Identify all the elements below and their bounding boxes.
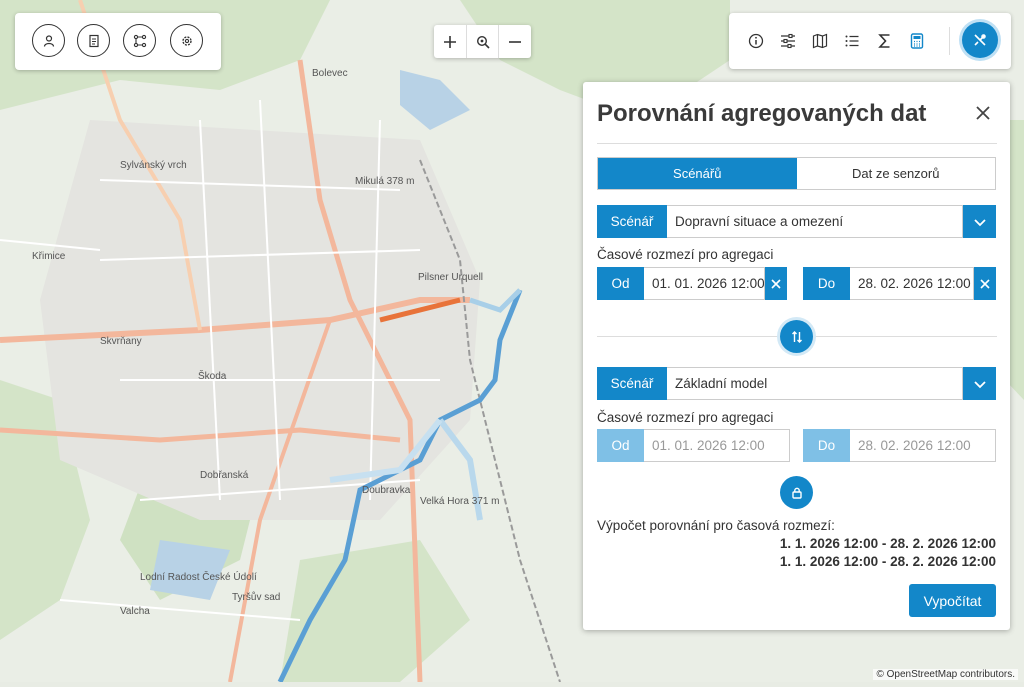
chevron-down-icon <box>973 380 986 388</box>
tab-scenarios[interactable]: Scénářů <box>598 158 797 189</box>
scenario-select-2[interactable]: Scénář Základní model <box>597 367 996 400</box>
calculator-icon <box>910 33 924 49</box>
list-icon <box>845 35 859 47</box>
list-button[interactable] <box>842 31 862 51</box>
from-date-input: 01. 01. 2026 12:00 <box>644 429 790 462</box>
tools-icon <box>974 34 986 46</box>
map-label: Škoda <box>198 371 227 382</box>
zoom-in-button[interactable] <box>434 25 467 58</box>
clear-to-button[interactable] <box>974 267 996 300</box>
map-icon <box>812 33 828 49</box>
info-icon <box>748 33 764 49</box>
map-label: Tyršův sad <box>232 592 281 603</box>
tab-bar: Scénářů Dat ze senzorů <box>597 157 996 190</box>
clear-from-button[interactable] <box>765 267 787 300</box>
map-layers-button[interactable] <box>810 31 830 51</box>
settings-button[interactable] <box>170 24 203 57</box>
sigma-icon <box>878 34 890 48</box>
map-label: Lodní Radost České Údolí <box>140 572 257 583</box>
calculate-button[interactable]: Vypočítat <box>909 584 996 617</box>
dropdown-button[interactable] <box>963 367 996 400</box>
from-addon: Od <box>597 429 644 462</box>
map-label: Bolevec <box>312 68 348 79</box>
tools-button[interactable] <box>962 22 998 58</box>
sum-button[interactable] <box>875 31 895 51</box>
network-button[interactable] <box>123 24 156 57</box>
calculator-button[interactable] <box>907 31 927 51</box>
to-addon: Do <box>803 429 850 462</box>
scenario-value[interactable]: Dopravní situace a omezení <box>667 205 963 238</box>
map-label: Doubravka <box>362 485 411 496</box>
user-button[interactable] <box>32 24 65 57</box>
swap-icon <box>791 330 802 343</box>
swap-button[interactable] <box>780 320 813 353</box>
comparison-panel: Porovnání agregovaných dat Scénářů Dat z… <box>583 82 1010 630</box>
map-label: Mikulá 378 m <box>355 176 415 187</box>
user-icon <box>43 34 54 47</box>
sliders-icon <box>781 33 795 49</box>
toolbar-right <box>729 13 1011 69</box>
close-button[interactable] <box>974 104 992 122</box>
from-date-2: Od 01. 01. 2026 12:00 <box>597 429 790 462</box>
divider <box>597 143 997 144</box>
map-label: Valcha <box>120 606 150 617</box>
to-date-input: 28. 02. 2026 12:00 <box>850 429 996 462</box>
document-icon <box>88 34 99 47</box>
close-icon <box>771 278 781 289</box>
network-icon <box>133 34 146 47</box>
info-button[interactable] <box>746 31 766 51</box>
lock-icon <box>791 487 802 499</box>
summary-range: 1. 1. 2026 12:00 - 28. 2. 2026 12:00 <box>779 536 996 551</box>
toolbar-divider <box>949 27 950 55</box>
zoom-out-button[interactable] <box>499 25 531 58</box>
zoom-extent-icon <box>476 35 490 49</box>
dropdown-button[interactable] <box>963 205 996 238</box>
settings-icon <box>181 35 192 46</box>
to-date-1: Do 28. 02. 2026 12:00 <box>803 267 996 300</box>
close-icon <box>980 278 990 289</box>
map-attribution[interactable]: © OpenStreetMap contributors. <box>873 669 1018 680</box>
to-addon: Do <box>803 267 850 300</box>
from-date-1: Od 01. 01. 2026 12:00 <box>597 267 787 300</box>
tab-sensor-data[interactable]: Dat ze senzorů <box>797 158 996 189</box>
document-button[interactable] <box>77 24 110 57</box>
map-label: Dobřanská <box>200 470 249 481</box>
zoom-out-icon <box>509 40 522 43</box>
to-date-2: Do 28. 02. 2026 12:00 <box>803 429 996 462</box>
map-label: Velká Hora 371 m <box>420 496 500 507</box>
from-date-input[interactable]: 01. 01. 2026 12:00 <box>644 267 765 300</box>
close-icon <box>976 106 990 120</box>
zoom-in-icon <box>443 35 456 48</box>
lock-button[interactable] <box>780 476 813 509</box>
summary-range: 1. 1. 2026 12:00 - 28. 2. 2026 12:00 <box>779 554 996 569</box>
zoom-extent-button[interactable] <box>467 25 500 58</box>
chevron-down-icon <box>973 218 986 226</box>
summary-label: Výpočet porovnání pro časová rozmezí: <box>597 518 835 533</box>
map-label: Sylvánský vrch <box>120 160 187 171</box>
map-label: Pilsner Urquell <box>418 272 484 283</box>
zoom-controls <box>434 25 531 58</box>
range-label-2: Časové rozmezí pro agregaci <box>597 410 774 425</box>
map-label: Skvrňany <box>100 336 142 347</box>
scenario-addon: Scénář <box>597 367 667 400</box>
range-label-1: Časové rozmezí pro agregaci <box>597 247 774 262</box>
from-addon: Od <box>597 267 644 300</box>
to-date-input[interactable]: 28. 02. 2026 12:00 <box>850 267 974 300</box>
filters-button[interactable] <box>778 31 798 51</box>
scenario-value[interactable]: Základní model <box>667 367 963 400</box>
scenario-select-1[interactable]: Scénář Dopravní situace a omezení <box>597 205 996 238</box>
toolbar-left <box>15 13 221 70</box>
scenario-addon: Scénář <box>597 205 667 238</box>
panel-title: Porovnání agregovaných dat <box>597 100 927 127</box>
map-label: Křimice <box>32 251 66 262</box>
